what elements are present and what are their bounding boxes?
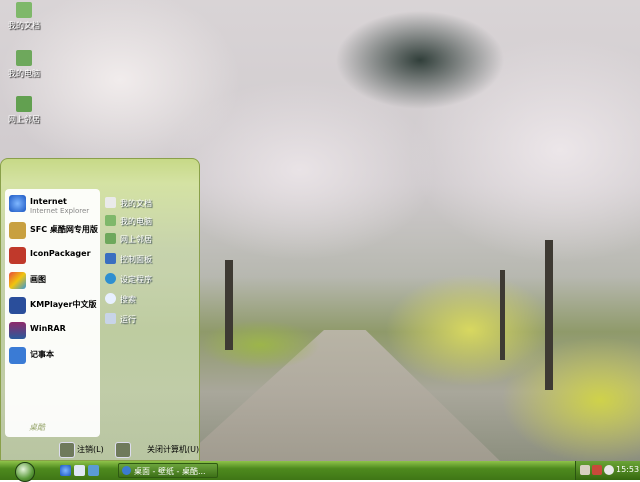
window-icon [122,466,131,475]
menu-item-label: Internet [30,197,67,206]
places-item-run[interactable]: 运行 [105,311,197,329]
sfc-icon [9,222,26,239]
network-icon [16,96,32,112]
menu-item-label: SFC 桌酷网专用版 [30,225,98,234]
start-button[interactable] [15,462,35,482]
menu-item-sfc[interactable]: SFC 桌酷网专用版 [5,219,100,241]
winrar-icon [9,322,26,339]
clock[interactable]: 15:53 [616,465,639,474]
network-icon [105,233,116,244]
places-item-label: 我的文档 [120,199,152,208]
desktop-icon-my-documents[interactable]: 我的文档 [4,2,44,31]
folder-docs-icon [105,197,116,208]
places-item-network[interactable]: 网上邻居 [105,231,197,249]
menu-item-label: 画图 [30,275,46,284]
places-item-label: 运行 [120,315,136,324]
computer-icon [105,215,116,226]
places-item-label: 网上邻居 [120,235,152,244]
places-item-my-documents[interactable]: 我的文档 [105,195,197,213]
places-item-label: 我的电脑 [120,217,152,226]
places-item-search[interactable]: 搜索 [105,291,197,309]
places-item-label: 控制面板 [120,255,152,264]
iconpackager-icon [9,247,26,264]
logoff-button[interactable]: 注销(L) [59,442,109,458]
places-item-programs[interactable]: 设定程序 [105,271,197,289]
lock-icon [59,442,75,458]
taskbar: 桌面 - 壁纸 - 桌酷... 15:53 [0,461,640,482]
menu-item-label: WinRAR [30,324,66,333]
menu-item-internet[interactable]: Internet Internet Explorer [5,192,100,215]
menu-item-label: KMPlayer中文版 [30,300,97,309]
wallpaper-trunk [225,260,233,350]
places-item-my-computer[interactable]: 我的电脑 [105,213,197,231]
desktop-icon-label: 网上邻居 [8,115,40,124]
menu-item-paint[interactable]: 画图 [5,269,100,291]
desktop-icon-network[interactable]: 网上邻居 [4,96,44,125]
notepad-icon [9,347,26,364]
desktop-icon-label: 我的电脑 [8,69,40,78]
power-icon [115,442,131,458]
menu-item-winrar[interactable]: WinRAR [5,319,100,341]
tray-volume-icon[interactable] [604,465,614,475]
media-icon[interactable] [88,465,99,476]
kmplayer-icon [9,297,26,314]
tray-user-icon[interactable] [580,465,590,475]
paint-icon [9,272,26,289]
control-panel-icon [105,253,116,264]
places-item-control-panel[interactable]: 控制面板 [105,251,197,269]
taskbar-window-button[interactable]: 桌面 - 壁纸 - 桌酷... [118,463,218,478]
places-item-label: 设定程序 [120,275,152,284]
menu-item-label: 记事本 [30,350,54,359]
menu-item-notepad[interactable]: 记事本 [5,344,100,366]
shutdown-label: 关闭计算机(U) [147,445,200,454]
logoff-label: 注销(L) [77,445,104,454]
shutdown-button[interactable]: 关闭计算机(U) [115,442,200,458]
places-item-label: 搜索 [120,295,136,304]
tray-app-icon[interactable] [592,465,602,475]
ie-icon [9,195,26,212]
wallpaper-grass [200,320,320,370]
programs-icon [105,273,116,284]
desktop-icon-label: 我的文档 [8,21,40,30]
run-icon [105,313,116,324]
start-menu-pinned-list: Internet Internet Explorer SFC 桌酷网专用版 Ic… [5,189,100,437]
computer-icon [16,50,32,66]
menu-item-kmplayer[interactable]: KMPlayer中文版 [5,294,100,316]
start-menu-footer: 注销(L) 关闭计算机(U) [1,438,199,460]
ie-icon[interactable] [60,465,71,476]
show-desktop-icon[interactable] [74,465,85,476]
search-icon [105,293,116,304]
wallpaper-trunk [500,270,505,360]
menu-item-sublabel: Internet Explorer [30,207,90,215]
taskbar-window-title: 桌面 - 壁纸 - 桌酷... [134,467,206,476]
start-menu-places: 我的文档 我的电脑 网上邻居 控制面板 设定程序 搜索 运行 [101,189,197,437]
system-tray: 15:53 [575,461,640,480]
start-menu-logo: 桌酷 [29,423,45,432]
desktop-icon-my-computer[interactable]: 我的电脑 [4,50,44,79]
menu-item-label: IconPackager [30,249,91,258]
start-menu: Internet Internet Explorer SFC 桌酷网专用版 Ic… [0,158,200,461]
wallpaper-trunk [545,240,553,390]
menu-item-iconpackager[interactable]: IconPackager [5,244,100,266]
folder-docs-icon [16,2,32,18]
